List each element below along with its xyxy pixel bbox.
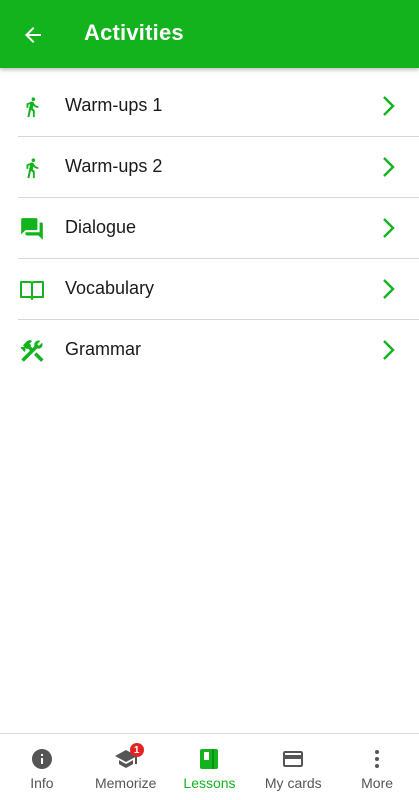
chevron-right-icon	[383, 340, 395, 360]
nav-item-label: Memorize	[94, 775, 157, 791]
tools-icon	[18, 337, 46, 365]
nav-item-memorize[interactable]: 1 Memorize	[84, 734, 168, 800]
list-item-label: Vocabulary	[65, 278, 155, 298]
list-item-grammar[interactable]: Grammar	[0, 320, 419, 381]
page-title: Activities	[84, 20, 184, 45]
nav-item-label: Lessons	[183, 775, 236, 791]
nav-item-label: My cards	[264, 775, 322, 791]
nav-item-lessons[interactable]: Lessons	[168, 734, 252, 800]
chat-bubbles-icon	[18, 215, 46, 243]
app-bar: Activities	[0, 0, 419, 68]
list-item-label: Dialogue	[65, 217, 137, 237]
nav-item-my-cards[interactable]: My cards	[251, 734, 335, 800]
list-item-label: Warm-ups 1	[65, 95, 163, 115]
chevron-right-icon	[383, 218, 395, 238]
activity-list: Warm-ups 1 Warm-ups 2 Dialogue Vocabular…	[0, 76, 419, 381]
info-icon	[29, 746, 55, 772]
chevron-right-icon	[383, 96, 395, 116]
list-item-label: Grammar	[65, 339, 141, 359]
list-item-warm-ups-1[interactable]: Warm-ups 1	[0, 76, 419, 137]
arrow-left-icon	[25, 27, 41, 43]
chevron-right-icon	[383, 157, 395, 177]
chevron-right-icon	[383, 279, 395, 299]
nav-item-more[interactable]: More	[335, 734, 419, 800]
more-vertical-icon	[364, 746, 390, 772]
list-item-warm-ups-2[interactable]: Warm-ups 2	[0, 137, 419, 198]
nav-item-label: Info	[30, 775, 54, 791]
back-button[interactable]	[16, 18, 50, 52]
nav-item-info[interactable]: Info	[0, 734, 84, 800]
book-icon	[196, 746, 222, 772]
nav-item-label: More	[361, 775, 394, 791]
list-item-dialogue[interactable]: Dialogue	[0, 198, 419, 259]
open-book-icon	[18, 276, 46, 304]
notification-badge: 1	[129, 743, 144, 757]
bottom-nav: Info 1 Memorize Lessons My cards More	[0, 733, 419, 800]
walking-person-icon	[18, 93, 46, 121]
list-item-vocabulary[interactable]: Vocabulary	[0, 259, 419, 320]
graduation-cap-icon: 1	[113, 743, 144, 772]
walking-person-icon	[18, 154, 46, 182]
list-item-label: Warm-ups 2	[65, 156, 163, 176]
credit-card-icon	[280, 746, 306, 772]
